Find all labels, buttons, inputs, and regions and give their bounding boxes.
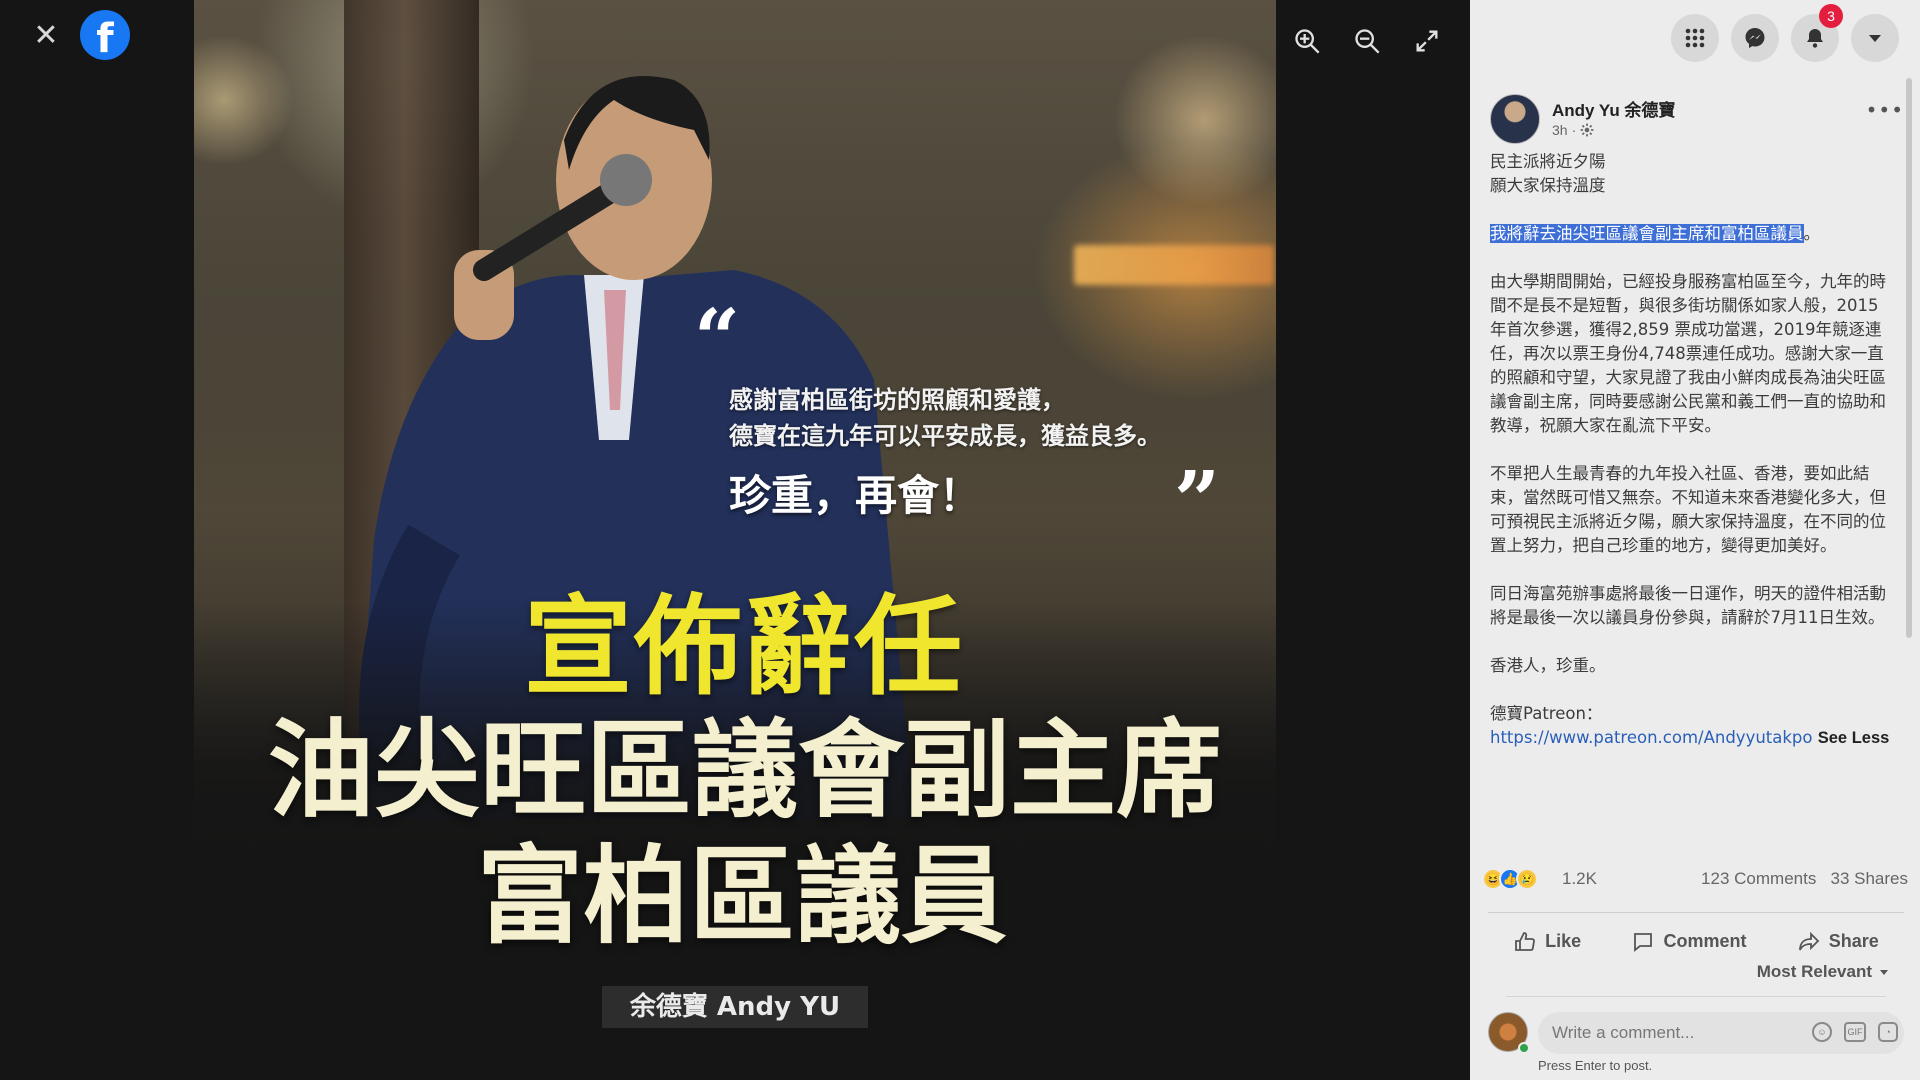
gif-icon[interactable]: GIF <box>1844 1022 1866 1042</box>
photo-viewer: ✕ f “ 感謝富柏區街坊的照顧和愛護， 德寶在這九年可以平安成長，獲益良多。 … <box>0 0 1470 1080</box>
share-label: Share <box>1828 931 1879 951</box>
post-line-1: 民主派將近夕陽 <box>1490 152 1606 171</box>
patreon-link[interactable]: https://www.patreon.com/Andyyutakpo <box>1490 728 1813 747</box>
caret-down-icon <box>1880 970 1888 975</box>
zoom-out-icon <box>1355 29 1380 54</box>
post-meta: 3h · <box>1552 122 1594 138</box>
patreon-label: 德寶Patreon： <box>1490 704 1603 723</box>
facebook-logo-icon[interactable]: f <box>80 10 130 60</box>
thumbs-up-icon <box>1515 931 1536 951</box>
post-paragraph-2: 由大學期間開始，已經投身服務富柏區至今，九年的時間不是長不是短暫，與很多街坊關係… <box>1490 272 1886 435</box>
account-menu-button[interactable] <box>1851 14 1899 62</box>
comment-share-counts: 123 Comments 33 Shares <box>1701 869 1908 889</box>
emoji-icon[interactable]: ☺ <box>1812 1022 1832 1042</box>
post-paragraph-4: 同日海富苑辦事處將最後一日運作，明天的證件相活動將是最後一次以議員身份參與，請辭… <box>1490 584 1886 627</box>
photo-street-light <box>1074 245 1274 285</box>
messenger-icon <box>1745 28 1765 48</box>
image-farewell-text: 珍重，再會！ <box>729 471 982 520</box>
online-status-dot <box>1518 1042 1530 1054</box>
zoom-out-button[interactable] <box>1350 24 1384 58</box>
reaction-summary: 😆 👍 😢 1.2K 123 Comments 33 Shares <box>1482 866 1908 894</box>
comment-composer: ☺ GIF ◔ <box>1488 1010 1908 1056</box>
share-arrow-icon <box>1798 931 1820 950</box>
post-paragraph-1: 民主派將近夕陽 願大家保持溫度 <box>1490 150 1890 198</box>
like-button[interactable]: Like <box>1513 930 1581 954</box>
comment-sort-dropdown[interactable]: Most Relevant <box>1757 962 1890 982</box>
messenger-button[interactable] <box>1731 14 1779 62</box>
reaction-count[interactable]: 1.2K <box>1562 869 1597 889</box>
comment-count[interactable]: 123 Comments <box>1701 869 1816 888</box>
sad-reaction-icon: 😢 <box>1516 868 1538 890</box>
panel-scrollbar[interactable] <box>1906 78 1912 638</box>
post-paragraph-5: 香港人，珍重。 <box>1490 656 1606 675</box>
patreon-line: https://www.patreon.com/Andyyutakpo See … <box>1490 726 1890 750</box>
photo-viewer-page: ✕ f “ 感謝富柏區街坊的照顧和愛護， 德寶在這九年可以平安成長，獲益良多。 … <box>0 0 1920 1080</box>
expand-icon <box>1416 30 1438 52</box>
share-count[interactable]: 33 Shares <box>1831 869 1909 888</box>
zoom-in-icon <box>1295 29 1320 54</box>
post-text: 民主派將近夕陽 願大家保持溫度 我將辭去油尖旺區議會副主席和富柏區議員。 由大學… <box>1490 150 1890 750</box>
bell-icon <box>1807 29 1823 48</box>
close-button[interactable]: ✕ <box>30 20 62 52</box>
like-label: Like <box>1545 931 1582 951</box>
author-name[interactable]: Andy Yu 余德寶 <box>1552 96 1675 121</box>
post-options-button[interactable]: ••• <box>1866 98 1904 122</box>
comment-label: Comment <box>1663 931 1747 951</box>
post-photo: “ 感謝富柏區街坊的照顧和愛護， 德寶在這九年可以平安成長，獲益良多。 珍重，再… <box>194 0 1276 1080</box>
image-headline-line-2: 富柏區議員 <box>477 835 1007 958</box>
notification-count-badge: 3 <box>1819 4 1843 28</box>
post-time[interactable]: 3h <box>1552 122 1568 138</box>
image-name-tag: 余德寶 Andy YU <box>602 986 868 1028</box>
top-nav-bar: 3 <box>1470 0 1920 72</box>
comment-button[interactable]: Comment <box>1631 930 1746 954</box>
caret-down-icon <box>1869 35 1881 42</box>
post-side-panel: 3 Andy Yu 余德寶 3h · ••• 民主派將近夕陽 願大家保持溫度 我… <box>1470 0 1920 1080</box>
meta-separator: · <box>1571 122 1577 138</box>
author-avatar[interactable] <box>1490 94 1540 144</box>
viewer-toolbar <box>1290 24 1444 58</box>
comment-input-tools: ☺ GIF ◔ <box>1812 1022 1898 1042</box>
post-action-bar: Like Comment Share <box>1488 912 1904 956</box>
divider <box>1506 996 1886 997</box>
share-button[interactable]: Share <box>1797 930 1879 954</box>
notifications-button[interactable]: 3 <box>1791 4 1843 62</box>
image-thanks-text: 感謝富柏區街坊的照顧和愛護， 德寶在這九年可以平安成長，獲益良多。 <box>729 382 1161 454</box>
fullscreen-button[interactable] <box>1410 24 1444 58</box>
close-quote-mark: ” <box>1174 453 1221 547</box>
image-thanks-line-1: 感謝富柏區街坊的照顧和愛護， <box>729 386 1065 414</box>
grid-menu-icon <box>1685 28 1705 48</box>
post-header: Andy Yu 余德寶 3h · ••• <box>1490 94 1910 150</box>
sort-label: Most Relevant <box>1756 962 1872 981</box>
see-less-link[interactable]: See Less <box>1818 729 1890 747</box>
post-highlighted-paragraph: 我將辭去油尖旺區議會副主席和富柏區議員。 <box>1490 222 1890 246</box>
reaction-icons[interactable]: 😆 👍 😢 <box>1482 868 1538 890</box>
post-line-2: 願大家保持溫度 <box>1490 176 1606 195</box>
zoom-in-button[interactable] <box>1290 24 1324 58</box>
open-quote-mark: “ <box>694 291 741 385</box>
post-paragraph-3: 不單把人生最青春的九年投入社區、香港，要如此結束，當然既可惜又無奈。不知道未來香… <box>1490 464 1886 555</box>
comment-bubble-icon <box>1634 932 1653 952</box>
selected-text-tail: 。 <box>1803 224 1821 243</box>
selected-text: 我將辭去油尖旺區議會副主席和富柏區議員 <box>1490 224 1804 243</box>
sticker-icon[interactable]: ◔ <box>1878 1022 1898 1042</box>
comment-hint: Press Enter to post. <box>1538 1058 1653 1073</box>
image-thanks-line-2: 德寶在這九年可以平安成長，獲益良多。 <box>729 422 1161 450</box>
audience-gear-icon[interactable] <box>1580 123 1594 137</box>
menu-button[interactable] <box>1671 14 1719 62</box>
